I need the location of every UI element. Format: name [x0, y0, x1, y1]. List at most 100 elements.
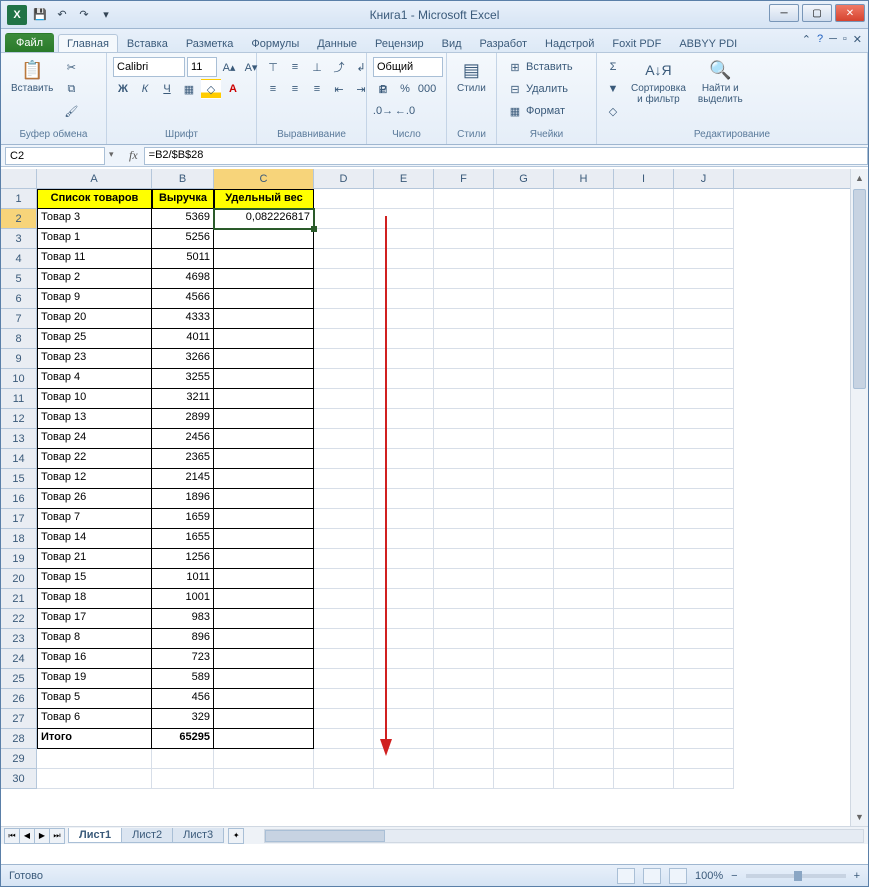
row-header-13[interactable]: 13 — [1, 429, 36, 449]
align-top-icon[interactable]: ⊤ — [263, 57, 283, 77]
cell-G30[interactable] — [494, 769, 554, 789]
cell-J17[interactable] — [674, 509, 734, 529]
orientation-icon[interactable]: ⤴ — [329, 57, 349, 77]
format-painter-icon[interactable]: 🖌 — [61, 101, 81, 121]
cell-C6[interactable] — [214, 289, 314, 309]
tab-abbyy[interactable]: ABBYY PDI — [670, 34, 746, 52]
cell-A7[interactable]: Товар 20 — [37, 309, 152, 329]
cell-C20[interactable] — [214, 569, 314, 589]
cell-E29[interactable] — [374, 749, 434, 769]
scroll-down-icon[interactable]: ▼ — [851, 808, 868, 826]
cell-E9[interactable] — [374, 349, 434, 369]
cell-G8[interactable] — [494, 329, 554, 349]
cell-J13[interactable] — [674, 429, 734, 449]
zoom-in-icon[interactable]: + — [854, 870, 860, 882]
cell-J2[interactable] — [674, 209, 734, 229]
cell-J29[interactable] — [674, 749, 734, 769]
cell-A30[interactable] — [37, 769, 152, 789]
cell-H17[interactable] — [554, 509, 614, 529]
cell-E18[interactable] — [374, 529, 434, 549]
cell-C1[interactable]: Удельный вес — [214, 189, 314, 209]
redo-icon[interactable]: ↷ — [75, 6, 93, 24]
cell-A6[interactable]: Товар 9 — [37, 289, 152, 309]
tab-view[interactable]: Вид — [433, 34, 471, 52]
row-header-19[interactable]: 19 — [1, 549, 36, 569]
doc-restore-icon[interactable]: ▫ — [843, 33, 847, 46]
cell-E11[interactable] — [374, 389, 434, 409]
cell-H8[interactable] — [554, 329, 614, 349]
cell-E19[interactable] — [374, 549, 434, 569]
cell-I22[interactable] — [614, 609, 674, 629]
cell-G17[interactable] — [494, 509, 554, 529]
tab-foxit[interactable]: Foxit PDF — [603, 34, 670, 52]
cell-D22[interactable] — [314, 609, 374, 629]
cell-B14[interactable]: 2365 — [152, 449, 214, 469]
cell-C23[interactable] — [214, 629, 314, 649]
row-header-21[interactable]: 21 — [1, 589, 36, 609]
tab-formulas[interactable]: Формулы — [242, 34, 308, 52]
cell-F9[interactable] — [434, 349, 494, 369]
cell-H26[interactable] — [554, 689, 614, 709]
cell-E22[interactable] — [374, 609, 434, 629]
cell-B17[interactable]: 1659 — [152, 509, 214, 529]
cell-D26[interactable] — [314, 689, 374, 709]
cell-G24[interactable] — [494, 649, 554, 669]
cell-D25[interactable] — [314, 669, 374, 689]
cell-J15[interactable] — [674, 469, 734, 489]
cell-B13[interactable]: 2456 — [152, 429, 214, 449]
doc-minimize-icon[interactable]: ─ — [829, 33, 837, 46]
cell-D1[interactable] — [314, 189, 374, 209]
cell-I18[interactable] — [614, 529, 674, 549]
row-header-3[interactable]: 3 — [1, 229, 36, 249]
row-header-12[interactable]: 12 — [1, 409, 36, 429]
cell-I4[interactable] — [614, 249, 674, 269]
cell-F24[interactable] — [434, 649, 494, 669]
cell-G26[interactable] — [494, 689, 554, 709]
row-header-17[interactable]: 17 — [1, 509, 36, 529]
cell-D17[interactable] — [314, 509, 374, 529]
cell-I20[interactable] — [614, 569, 674, 589]
cell-D3[interactable] — [314, 229, 374, 249]
sheet-tab-2[interactable]: Лист2 — [121, 828, 173, 843]
cell-C13[interactable] — [214, 429, 314, 449]
cell-A5[interactable]: Товар 2 — [37, 269, 152, 289]
cell-J7[interactable] — [674, 309, 734, 329]
cell-D5[interactable] — [314, 269, 374, 289]
cell-D14[interactable] — [314, 449, 374, 469]
row-header-16[interactable]: 16 — [1, 489, 36, 509]
cell-G5[interactable] — [494, 269, 554, 289]
cell-F7[interactable] — [434, 309, 494, 329]
cell-G10[interactable] — [494, 369, 554, 389]
cell-J12[interactable] — [674, 409, 734, 429]
align-bottom-icon[interactable]: ⊥ — [307, 57, 327, 77]
cell-A9[interactable]: Товар 23 — [37, 349, 152, 369]
fill-icon[interactable]: ▼ — [603, 79, 623, 99]
cell-D13[interactable] — [314, 429, 374, 449]
cell-B18[interactable]: 1655 — [152, 529, 214, 549]
cell-J20[interactable] — [674, 569, 734, 589]
cell-C27[interactable] — [214, 709, 314, 729]
cell-B16[interactable]: 1896 — [152, 489, 214, 509]
cell-C25[interactable] — [214, 669, 314, 689]
cell-A3[interactable]: Товар 1 — [37, 229, 152, 249]
cell-J25[interactable] — [674, 669, 734, 689]
cell-E14[interactable] — [374, 449, 434, 469]
cell-A23[interactable]: Товар 8 — [37, 629, 152, 649]
cell-A29[interactable] — [37, 749, 152, 769]
cell-G23[interactable] — [494, 629, 554, 649]
font-size-combo[interactable] — [187, 57, 217, 77]
clear-icon[interactable]: ◇ — [603, 101, 623, 121]
cell-H19[interactable] — [554, 549, 614, 569]
cell-D19[interactable] — [314, 549, 374, 569]
cell-I7[interactable] — [614, 309, 674, 329]
cell-J5[interactable] — [674, 269, 734, 289]
cell-F2[interactable] — [434, 209, 494, 229]
cell-D16[interactable] — [314, 489, 374, 509]
scroll-up-icon[interactable]: ▲ — [851, 169, 868, 187]
cell-F19[interactable] — [434, 549, 494, 569]
cell-D20[interactable] — [314, 569, 374, 589]
cell-F29[interactable] — [434, 749, 494, 769]
cell-J1[interactable] — [674, 189, 734, 209]
cell-I29[interactable] — [614, 749, 674, 769]
cell-A22[interactable]: Товар 17 — [37, 609, 152, 629]
